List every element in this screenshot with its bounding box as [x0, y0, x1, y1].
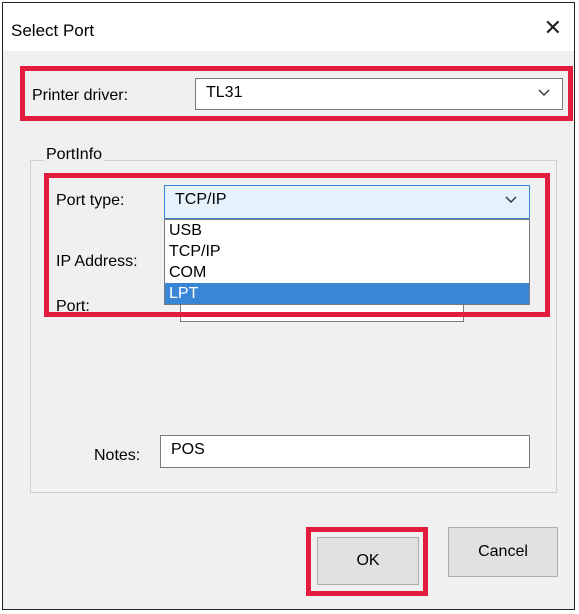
title-bar: Select Port ✕ [3, 3, 574, 51]
dropdown-option-lpt[interactable]: LPT [165, 283, 529, 304]
port-type-value: TCP/IP [175, 191, 227, 208]
dialog-title: Select Port [11, 21, 95, 40]
notes-label: Notes: [94, 447, 141, 464]
ip-address-label: IP Address: [56, 253, 138, 270]
dropdown-option-tcpip[interactable]: TCP/IP [165, 241, 529, 262]
dropdown-option-com[interactable]: COM [165, 262, 529, 283]
dropdown-option-usb[interactable]: USB [165, 220, 529, 241]
cancel-button[interactable]: Cancel [448, 527, 558, 577]
chevron-down-icon [538, 89, 550, 96]
printer-driver-select[interactable]: TL31 [195, 78, 563, 110]
port-type-select[interactable]: TCP/IP [164, 185, 530, 219]
port-type-label: Port type: [56, 192, 125, 209]
chevron-down-icon [505, 196, 517, 203]
port-type-dropdown-list: USB TCP/IP COM LPT [164, 219, 530, 305]
notes-value: POS [171, 441, 205, 458]
printer-driver-value: TL31 [206, 84, 243, 101]
port-info-group-label: PortInfo [44, 146, 105, 164]
close-icon[interactable]: ✕ [544, 17, 562, 39]
printer-driver-label: Printer driver: [32, 87, 129, 104]
notes-input[interactable]: POS [160, 435, 530, 468]
port-label: Port: [56, 298, 90, 315]
ok-button[interactable]: OK [317, 537, 419, 585]
